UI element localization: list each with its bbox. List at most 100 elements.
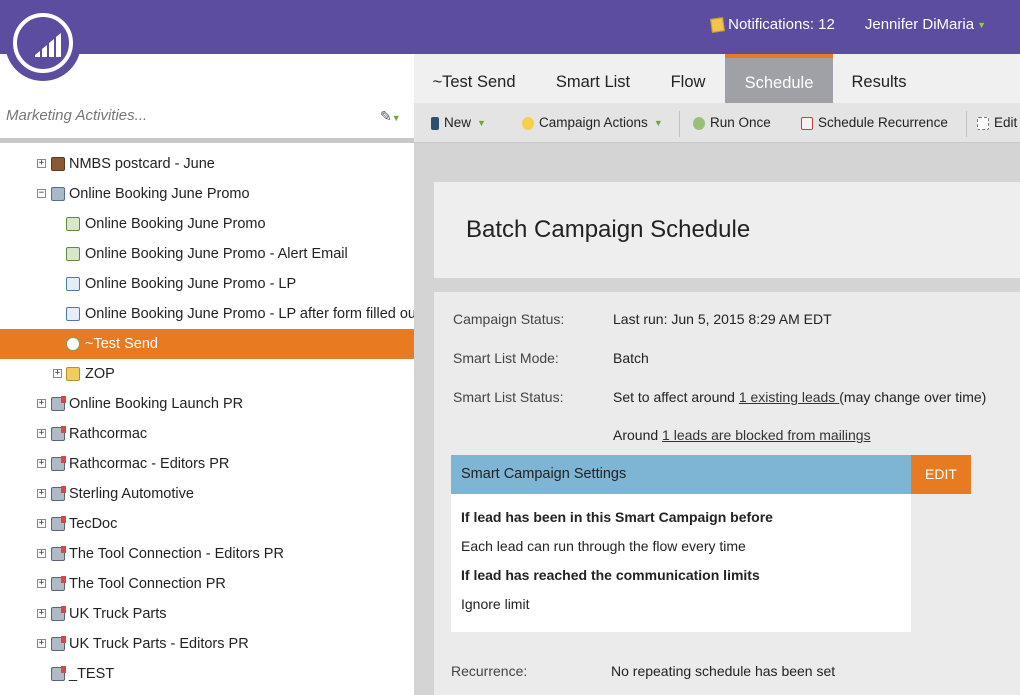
main-content-pane: ~Test Send Smart List Flow Schedule Resu… [414,54,1020,695]
tree-item-label: NMBS postcard - June [69,156,215,172]
mailbox-icon [51,456,66,471]
calendar-icon [801,116,813,130]
tree-item[interactable]: Online Booking June Promo [0,209,414,239]
tree-item-label: _TEST [69,666,115,682]
collapse-toggle[interactable]: − [37,189,46,198]
email-icon [66,247,80,261]
book-icon [51,157,65,171]
toolbar-separator [679,111,680,137]
logo-ring [13,13,73,73]
edit-settings-button[interactable]: EDIT [911,455,971,494]
notifications-button[interactable]: Notifications: 12 [710,16,835,33]
tree-item[interactable]: + Rathcormac - Editors PR [0,449,414,479]
tree-item-label: Online Booking Launch PR [69,396,244,412]
expand-toggle[interactable]: + [37,459,46,468]
schedule-recurrence-button[interactable]: Schedule Recurrence [801,103,948,143]
mailbox-icon [51,486,66,501]
tree-item[interactable]: + The Tool Connection - Editors PR [0,539,414,569]
run-once-label: Run Once [710,115,771,130]
smart-campaign-icon [66,337,80,351]
smart-list-status-value: Set to affect around 1 existing leads (m… [613,389,986,405]
tree-item[interactable]: + The Tool Connection PR [0,569,414,599]
expand-toggle[interactable]: + [37,159,46,168]
run-once-button[interactable]: Run Once [693,103,771,143]
tree-item[interactable]: + UK Truck Parts [0,599,414,629]
tree-item[interactable]: + Sterling Automotive [0,479,414,509]
tree-item[interactable]: Online Booking June Promo - LP [0,269,414,299]
existing-leads-link[interactable]: 1 existing leads [739,389,839,405]
tree-item-label: Online Booking June Promo [85,216,266,232]
tree-item-label: Online Booking June Promo - LP after for… [85,306,414,322]
schedule-details-card: Campaign Status: Last run: Jun 5, 2015 8… [434,292,1020,695]
tree-item[interactable]: + UK Truck Parts - Editors PR [0,629,414,659]
expand-toggle[interactable]: + [37,489,46,498]
logo-bars-icon [35,33,61,57]
asset-tabs: ~Test Send Smart List Flow Schedule Resu… [414,54,1020,103]
tree-item-selected[interactable]: ~Test Send [0,329,414,359]
tree-tools-button[interactable]: ✎▼ [380,108,401,125]
expand-toggle[interactable]: + [37,639,46,648]
tree-item-label: The Tool Connection - Editors PR [69,546,284,562]
smart-list-mode-label: Smart List Mode: [453,350,559,366]
smart-list-mode-value: Batch [613,350,649,366]
tree-item[interactable]: + TecDoc [0,509,414,539]
setting-heading-communication-limits: If lead has reached the communication li… [461,567,760,583]
tab-test-send[interactable]: ~Test Send [414,54,534,103]
tree-item[interactable]: + NMBS postcard - June [0,149,414,179]
campaign-actions-button[interactable]: Campaign Actions ▼ [522,103,663,143]
marketing-activities-tree: + NMBS postcard - June − Online Booking … [0,149,414,689]
mailbox-icon [51,666,66,681]
setting-heading-qualification: If lead has been in this Smart Campaign … [461,509,773,525]
tree-item-label: UK Truck Parts [69,606,167,622]
marketo-logo[interactable] [5,5,81,81]
tree-item[interactable]: + ZOP [0,359,414,389]
tree-item[interactable]: Online Booking June Promo - LP after for… [0,299,414,329]
user-name: Jennifer DiMaria [864,16,975,33]
edit-toolbar-button[interactable]: Edit [977,103,1017,143]
setting-value-communication-limits: Ignore limit [461,596,530,612]
tree-item[interactable]: − Online Booking June Promo [0,179,414,209]
run-icon [693,116,705,130]
setting-value-qualification: Each lead can run through the flow every… [461,538,746,554]
edit-icon [977,116,989,130]
wand-icon: ✎ [380,108,392,124]
marketing-activities-search-input[interactable] [6,107,366,124]
expand-toggle[interactable]: + [37,399,46,408]
tree-item-label: Rathcormac [69,426,148,442]
user-menu[interactable]: Jennifer DiMaria ▼ [865,16,986,33]
expand-toggle[interactable]: + [37,579,46,588]
tree-item[interactable]: + Online Booking Launch PR [0,389,414,419]
tree-item[interactable]: + Rathcormac [0,419,414,449]
edit-label: Edit [994,115,1018,130]
schedule-header-card: Batch Campaign Schedule [434,182,1020,278]
campaign-toolbar: New ▼ Campaign Actions ▼ Run Once Schedu… [414,103,1020,143]
new-label: New [444,115,472,130]
new-icon [431,116,439,130]
program-icon [51,187,65,201]
chevron-down-icon: ▼ [653,118,663,128]
page-title: Batch Campaign Schedule [466,216,751,243]
chevron-down-icon: ▼ [477,118,486,128]
tab-flow[interactable]: Flow [652,54,724,103]
tree-item-label: UK Truck Parts - Editors PR [69,636,249,652]
tab-results[interactable]: Results [833,54,925,103]
notification-icon [710,16,726,33]
tab-schedule[interactable]: Schedule [725,54,833,103]
tree-item[interactable]: Online Booking June Promo - Alert Email [0,239,414,269]
expand-toggle[interactable]: + [37,549,46,558]
landing-page-icon [66,277,80,291]
expand-toggle[interactable]: + [37,429,46,438]
new-button[interactable]: New ▼ [431,103,486,143]
tab-smart-list[interactable]: Smart List [534,54,652,103]
blocked-leads-link[interactable]: 1 leads are blocked from mailings [662,427,871,443]
expand-toggle[interactable]: + [37,519,46,528]
notifications-label: Notifications: 12 [728,16,835,33]
landing-page-icon [66,307,80,321]
tree-item[interactable]: _TEST [0,659,414,689]
tree-item-label: ~Test Send [85,336,158,352]
chevron-down-icon: ▼ [391,113,401,123]
expand-toggle[interactable]: + [53,369,62,378]
smart-campaign-settings-box: Smart Campaign Settings If lead has been… [451,455,911,632]
expand-toggle[interactable]: + [37,609,46,618]
status-prefix: Set to affect around [613,389,739,405]
